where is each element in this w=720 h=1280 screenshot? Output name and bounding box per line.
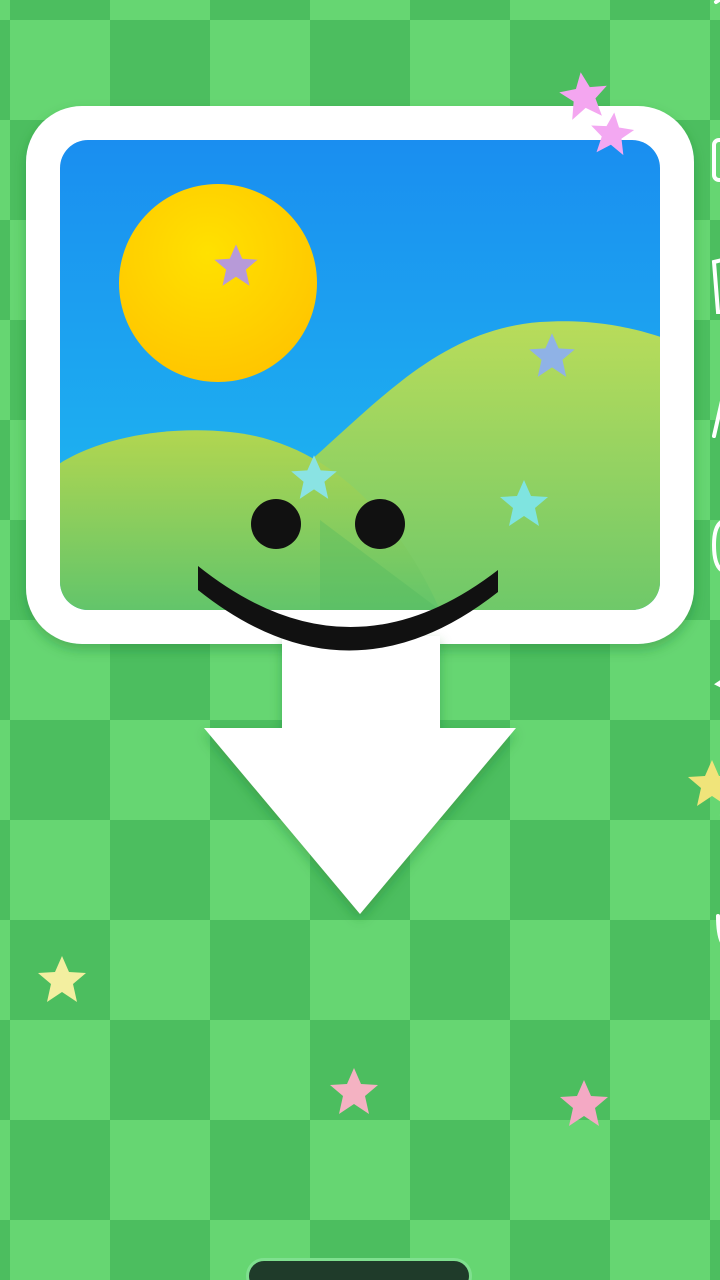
home-handle[interactable] [246, 1258, 472, 1280]
splash-screen [0, 0, 720, 1280]
sun-icon [119, 184, 317, 382]
checkered-background [0, 0, 720, 1280]
landscape-photo [60, 140, 660, 610]
side-toolbar [711, 0, 720, 943]
